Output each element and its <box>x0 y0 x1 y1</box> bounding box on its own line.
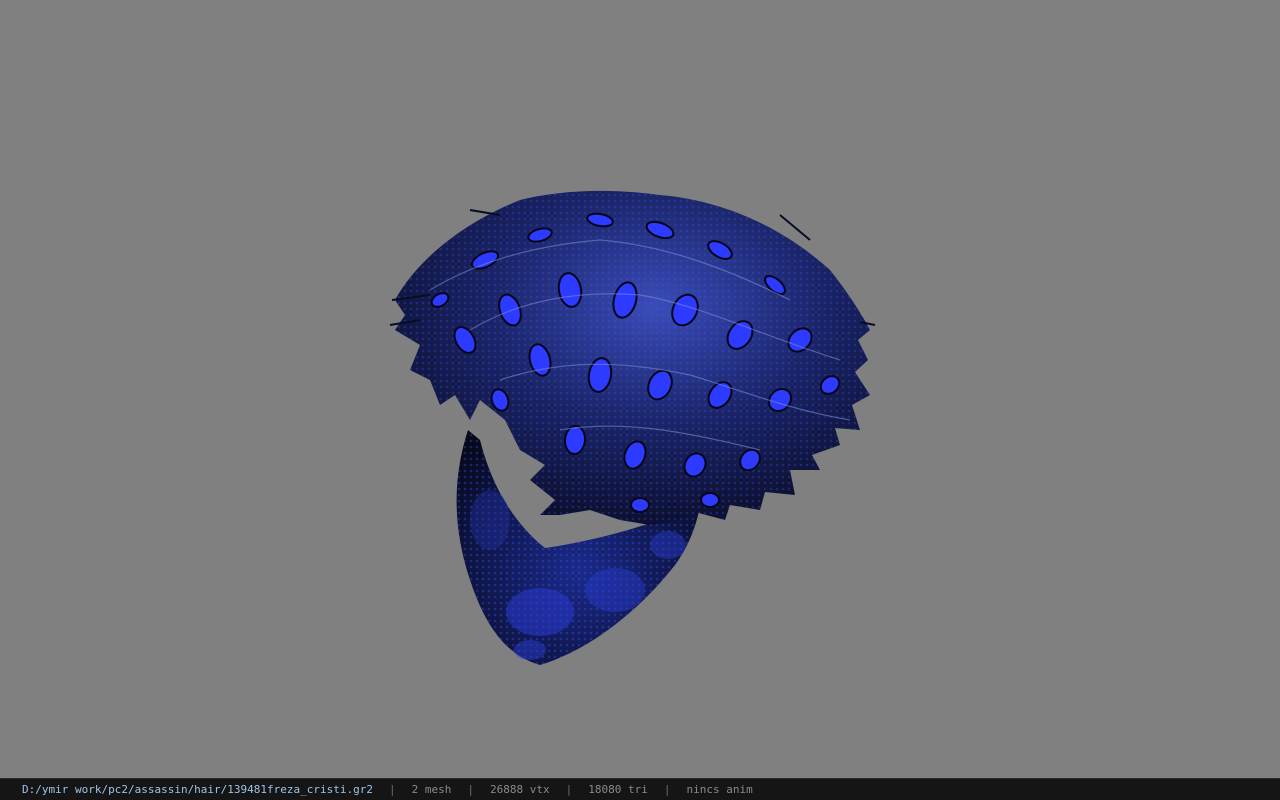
vertex-count: 26888 vtx <box>490 783 550 796</box>
file-path: D:/ymir work/pc2/assassin/hair/139481fre… <box>22 783 373 796</box>
separator: | <box>565 783 573 796</box>
3d-viewport[interactable] <box>0 0 1280 778</box>
anim-status: nincs anim <box>686 783 753 796</box>
hair-model-render[interactable] <box>0 0 1280 778</box>
mask-cell <box>585 568 645 612</box>
mask-cell <box>650 531 686 559</box>
separator: | <box>389 783 396 796</box>
mask-cell <box>514 640 546 660</box>
separator: | <box>663 783 671 796</box>
status-bar: D:/ymir work/pc2/assassin/hair/139481fre… <box>0 778 1280 800</box>
triangle-count: 18080 tri <box>588 783 648 796</box>
mask-cell <box>470 490 510 550</box>
mask-cell <box>506 588 574 636</box>
mesh-count: 2 mesh <box>411 783 452 796</box>
separator: | <box>467 783 474 796</box>
